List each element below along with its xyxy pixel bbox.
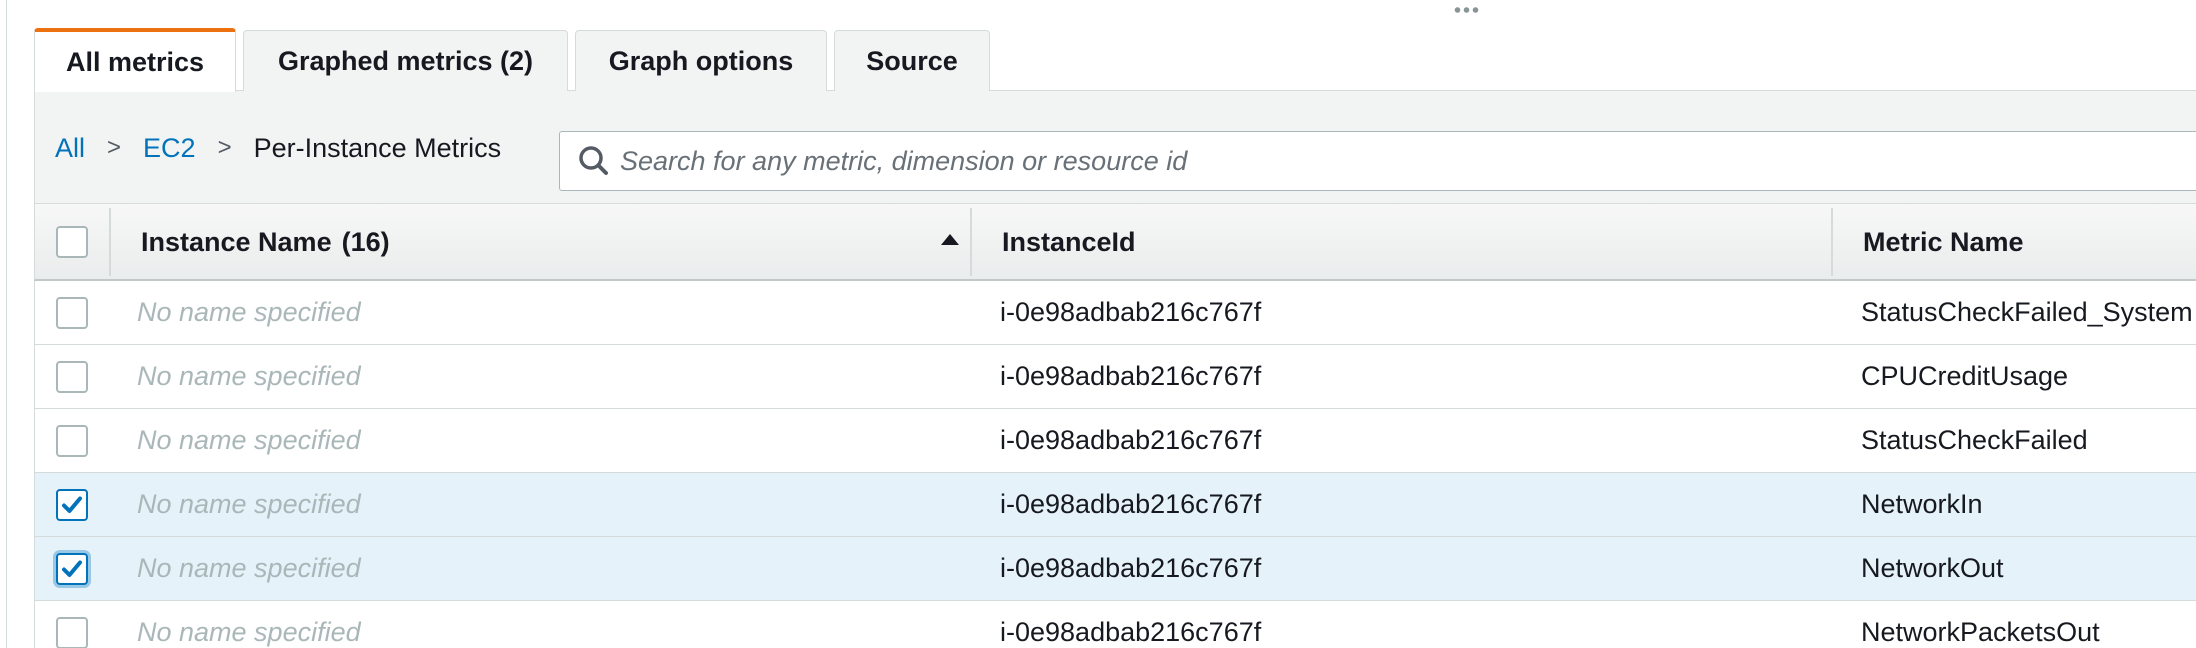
table-body: No name specified i-0e98adbab216c767f St… — [34, 281, 2196, 648]
tab-all-metrics[interactable]: All metrics — [34, 28, 236, 92]
checkmark-icon — [62, 560, 82, 577]
metric-name-cell: NetworkPacketsOut — [1861, 617, 2100, 647]
table-row[interactable]: No name specified i-0e98adbab216c767f St… — [34, 281, 2196, 345]
tab-graphed-metrics[interactable]: Graphed metrics (2) — [243, 30, 568, 92]
instance-id-cell: i-0e98adbab216c767f — [1000, 553, 1262, 583]
instance-name-cell: No name specified — [137, 553, 361, 583]
instance-name-cell: No name specified — [137, 297, 361, 327]
table-header: Instance Name (16) InstanceId Metric Nam… — [34, 203, 2196, 281]
instance-id-cell: i-0e98adbab216c767f — [1000, 425, 1262, 455]
column-header-instance-id-label: InstanceId — [1002, 226, 1136, 257]
table-row[interactable]: No name specified i-0e98adbab216c767f CP… — [34, 345, 2196, 409]
table-row[interactable]: No name specified i-0e98adbab216c767f Ne… — [34, 537, 2196, 601]
table-row[interactable]: No name specified i-0e98adbab216c767f Ne… — [34, 601, 2196, 648]
row-checkbox[interactable] — [56, 360, 88, 393]
column-header-metric-name[interactable]: Metric Name — [1863, 204, 2196, 280]
metric-name-cell: StatusCheckFailed — [1861, 425, 2088, 455]
metric-name-cell: NetworkIn — [1861, 489, 1983, 519]
instance-count: (16) — [341, 226, 390, 257]
breadcrumb: All > EC2 > Per-Instance Metrics — [55, 91, 501, 205]
table-row[interactable]: No name specified i-0e98adbab216c767f St… — [34, 409, 2196, 473]
tab-graph-options[interactable]: Graph options — [575, 30, 827, 92]
instance-id-cell: i-0e98adbab216c767f — [1000, 617, 1262, 647]
search-input[interactable] — [620, 145, 2020, 177]
metric-name-cell: NetworkOut — [1861, 553, 2004, 583]
select-all-cell — [35, 204, 109, 280]
row-checkbox[interactable] — [56, 552, 88, 585]
row-checkbox-cell — [35, 281, 109, 344]
breadcrumb-all[interactable]: All — [55, 133, 85, 164]
row-checkbox-cell — [35, 537, 109, 600]
instance-id-cell: i-0e98adbab216c767f — [1000, 361, 1262, 391]
column-header-instance-id[interactable]: InstanceId — [1002, 204, 1862, 280]
column-divider[interactable] — [970, 208, 972, 276]
panel-left-border — [0, 0, 7, 648]
metrics-tabs: All metrics Graphed metrics (2) Graph op… — [34, 28, 2196, 92]
row-checkbox[interactable] — [56, 616, 88, 648]
search-icon — [579, 146, 608, 175]
metric-name-cell: StatusCheckFailed_System — [1861, 297, 2193, 327]
row-checkbox-cell — [35, 345, 109, 408]
row-checkbox-cell — [35, 601, 109, 648]
row-checkbox-cell — [35, 473, 109, 536]
column-divider — [109, 208, 111, 276]
column-header-metric-name-label: Metric Name — [1863, 226, 2024, 257]
row-checkbox-cell — [35, 409, 109, 472]
table-row[interactable]: No name specified i-0e98adbab216c767f Ne… — [34, 473, 2196, 537]
instance-id-cell: i-0e98adbab216c767f — [1000, 297, 1262, 327]
row-checkbox[interactable] — [56, 488, 88, 521]
sort-ascending-icon[interactable] — [941, 234, 959, 245]
instance-name-cell: No name specified — [137, 489, 361, 519]
row-checkbox[interactable] — [56, 296, 88, 329]
metrics-toolbar: All > EC2 > Per-Instance Metrics — [34, 91, 2196, 205]
instance-name-cell: No name specified — [137, 425, 361, 455]
metric-name-cell: CPUCreditUsage — [1861, 361, 2069, 391]
instance-name-cell: No name specified — [137, 617, 361, 647]
row-checkbox[interactable] — [56, 424, 88, 457]
tab-source[interactable]: Source — [834, 30, 990, 92]
breadcrumb-separator-icon: > — [107, 134, 122, 161]
column-header-instance-name[interactable]: Instance Name (16) — [141, 204, 1001, 280]
breadcrumb-current: Per-Instance Metrics — [253, 132, 502, 163]
select-all-checkbox[interactable] — [56, 226, 88, 258]
checkmark-icon — [62, 496, 82, 513]
instance-id-cell: i-0e98adbab216c767f — [1000, 489, 1262, 519]
breadcrumb-separator-icon: > — [217, 134, 232, 161]
instance-name-cell: No name specified — [137, 361, 361, 391]
breadcrumb-ec2[interactable]: EC2 — [143, 133, 196, 164]
metric-search-box[interactable] — [559, 131, 2196, 191]
metrics-table: Instance Name (16) InstanceId Metric Nam… — [34, 203, 2196, 648]
column-divider[interactable] — [1831, 208, 1833, 276]
drag-handle-icon[interactable] — [1453, 2, 1479, 14]
cloudwatch-metrics-panel: All metrics Graphed metrics (2) Graph op… — [0, 0, 2196, 648]
column-header-instance-name-label: Instance Name — [141, 226, 332, 257]
